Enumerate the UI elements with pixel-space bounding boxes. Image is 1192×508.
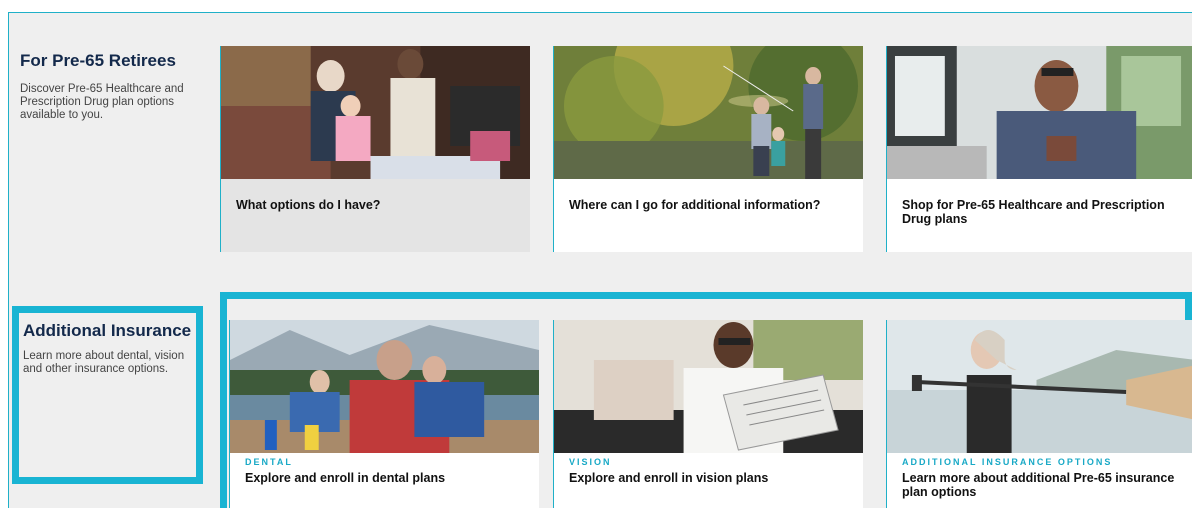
card-label[interactable]: Shop for Pre-65 Healthcare and Prescript… (902, 198, 1181, 226)
retirees-description: Discover Pre-65 Healthcare and Prescript… (20, 83, 184, 121)
card-label[interactable]: Explore and enroll in dental plans (245, 471, 524, 485)
family-living-room-photo (221, 46, 530, 179)
card-label[interactable]: Explore and enroll in vision plans (569, 471, 848, 485)
retirees-intro: For Pre-65 Retirees Discover Pre-65 Heal… (20, 51, 200, 122)
additional-description: Learn more about dental, vision and othe… (23, 350, 185, 375)
retirees-title: For Pre-65 Retirees (20, 51, 176, 70)
additional-title: Additional Insurance (23, 321, 192, 340)
card-vision[interactable]: VISION Explore and enroll in vision plan… (553, 320, 863, 508)
content-panel: For Pre-65 Retirees Discover Pre-65 Heal… (8, 12, 1192, 508)
man-reading-newspaper-photo (554, 320, 863, 453)
card-additional-information[interactable]: Where can I go for additional informatio… (553, 46, 863, 252)
card-what-options[interactable]: What options do I have? (220, 46, 530, 252)
grandparents-fishing-photo (554, 46, 863, 179)
card-kicker: ADDITIONAL INSURANCE OPTIONS (902, 457, 1113, 467)
card-additional-options[interactable]: ADDITIONAL INSURANCE OPTIONS Learn more … (886, 320, 1192, 508)
card-label[interactable]: What options do I have? (236, 198, 515, 212)
woman-paddle-lake-photo (887, 320, 1192, 453)
card-label[interactable]: Where can I go for additional informatio… (569, 198, 848, 212)
man-office-window-photo (887, 46, 1192, 179)
family-picnic-lake-photo (230, 320, 539, 453)
card-kicker: VISION (569, 457, 612, 467)
card-label[interactable]: Learn more about additional Pre-65 insur… (902, 471, 1181, 499)
card-kicker: DENTAL (245, 457, 293, 467)
card-dental[interactable]: DENTAL Explore and enroll in dental plan… (229, 320, 539, 508)
card-shop-plans[interactable]: Shop for Pre-65 Healthcare and Prescript… (886, 46, 1192, 252)
additional-intro: Additional Insurance Learn more about de… (12, 306, 203, 484)
